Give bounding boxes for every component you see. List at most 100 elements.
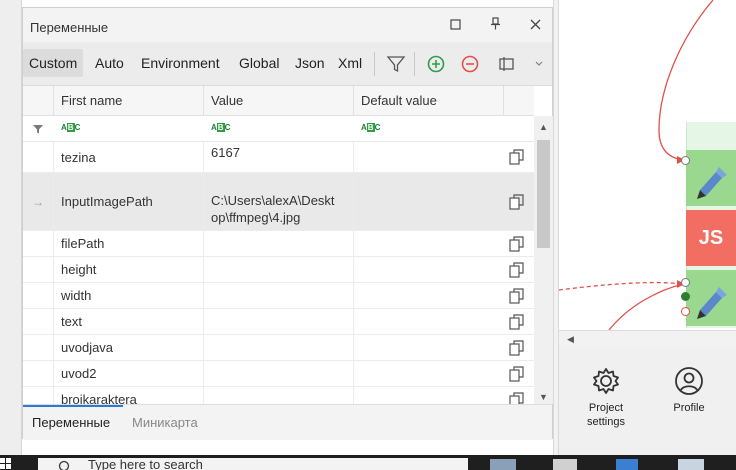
project-settings-label: settings bbox=[587, 416, 625, 428]
bottom-tab-variables[interactable]: Переменные bbox=[32, 415, 110, 430]
action-block[interactable] bbox=[686, 270, 736, 326]
copy-button[interactable] bbox=[508, 391, 528, 404]
filter-value[interactable]: ABC bbox=[211, 123, 230, 133]
vertical-scrollbar[interactable]: ▲ ▼ bbox=[534, 116, 553, 404]
bottom-tabs: Переменные Миникарта bbox=[23, 404, 552, 440]
taskbar-app-icon[interactable] bbox=[490, 459, 516, 470]
horizontal-scrollbar[interactable]: ◀ bbox=[559, 330, 736, 348]
scrollbar-thumb[interactable] bbox=[537, 140, 550, 248]
variables-panel: Переменные Custom Auto Environment Globa… bbox=[22, 7, 553, 440]
tab-environment[interactable]: Environment bbox=[141, 49, 220, 77]
column-header-first-name[interactable]: First name bbox=[53, 86, 203, 116]
copy-button[interactable] bbox=[508, 148, 528, 166]
table-row[interactable]: filePath bbox=[23, 231, 534, 257]
gear-icon bbox=[593, 368, 619, 394]
tab-custom[interactable]: Custom bbox=[23, 49, 84, 77]
table-row[interactable]: tezina 6167 bbox=[23, 142, 534, 173]
column-header-actions bbox=[503, 86, 534, 116]
table-row[interactable]: text bbox=[23, 309, 534, 335]
toolbar-separator bbox=[414, 52, 415, 76]
add-variable-button[interactable] bbox=[426, 54, 448, 76]
table-row[interactable]: → InputImagePath C:\Users\alexA\Deskt op… bbox=[23, 173, 534, 231]
remove-variable-button[interactable] bbox=[460, 54, 482, 76]
tab-xml[interactable]: Xml bbox=[338, 49, 362, 77]
taskbar-app-icon[interactable] bbox=[616, 459, 638, 470]
plus-circle-icon bbox=[427, 55, 445, 73]
filter-button[interactable] bbox=[386, 54, 408, 76]
copy-button[interactable] bbox=[508, 339, 528, 357]
cell-value bbox=[203, 257, 353, 282]
cell-value bbox=[203, 283, 353, 308]
copy-button[interactable] bbox=[508, 193, 528, 211]
success-port[interactable] bbox=[681, 292, 690, 301]
error-port[interactable] bbox=[681, 307, 690, 316]
tab-global[interactable]: Global bbox=[239, 49, 279, 77]
pin-button[interactable] bbox=[485, 16, 505, 36]
active-tab-indicator bbox=[23, 405, 123, 407]
toolbar-dropdown[interactable] bbox=[532, 56, 554, 78]
user-icon bbox=[675, 367, 703, 395]
copy-icon bbox=[509, 236, 524, 252]
taskbar-app-icon[interactable] bbox=[678, 459, 704, 470]
filter-first-name[interactable]: ABC bbox=[61, 123, 80, 133]
scroll-up-icon[interactable]: ▲ bbox=[534, 120, 553, 134]
cell-default-value bbox=[353, 309, 503, 334]
project-settings-button[interactable]: Project settings bbox=[582, 366, 630, 429]
copy-button[interactable] bbox=[508, 313, 528, 331]
variables-grid: First name Value Default value ABC ABC A… bbox=[23, 86, 534, 404]
column-header-default-value[interactable]: Default value bbox=[353, 86, 503, 116]
left-margin bbox=[0, 0, 22, 455]
pen-tool-icon bbox=[697, 167, 727, 199]
toolbar-separator bbox=[374, 52, 375, 76]
action-block[interactable] bbox=[686, 150, 736, 206]
cell-first-name: text bbox=[53, 309, 203, 334]
input-port[interactable] bbox=[681, 156, 690, 165]
maximize-button[interactable] bbox=[445, 16, 465, 36]
cell-value bbox=[203, 335, 353, 360]
cell-default-value bbox=[353, 335, 503, 360]
copy-button[interactable] bbox=[508, 365, 528, 383]
table-row[interactable]: brojkaraktera bbox=[23, 387, 534, 404]
clear-button[interactable] bbox=[496, 54, 518, 76]
cell-first-name: uvodjava bbox=[53, 335, 203, 360]
cell-default-value bbox=[353, 173, 503, 230]
copy-icon bbox=[509, 340, 524, 356]
close-icon bbox=[530, 19, 540, 30]
filter-row: ABC ABC ABC bbox=[23, 116, 534, 142]
taskbar-app-icon[interactable] bbox=[553, 459, 577, 470]
cell-first-name: InputImagePath bbox=[53, 173, 203, 230]
cell-default-value bbox=[353, 361, 503, 386]
windows-start-icon[interactable] bbox=[0, 458, 12, 470]
copy-button[interactable] bbox=[508, 287, 528, 305]
table-row[interactable]: height bbox=[23, 257, 534, 283]
profile-label: Profile bbox=[673, 402, 705, 414]
cell-first-name: brojkaraktera bbox=[53, 387, 203, 404]
panel-title: Переменные bbox=[30, 20, 109, 35]
cell-first-name: uvod2 bbox=[53, 361, 203, 386]
tab-json[interactable]: Json bbox=[295, 49, 325, 77]
profile-button[interactable]: Profile bbox=[666, 366, 712, 415]
table-row[interactable]: width bbox=[23, 283, 534, 309]
scroll-down-icon[interactable]: ▼ bbox=[534, 390, 553, 404]
js-block[interactable]: JS bbox=[686, 210, 736, 266]
tabs-row: Custom Auto Environment Global Json Xml bbox=[23, 42, 552, 86]
scroll-left-icon[interactable]: ◀ bbox=[567, 334, 574, 345]
panel-header: Переменные bbox=[23, 8, 552, 42]
copy-icon bbox=[509, 288, 524, 304]
project-settings-label: Project bbox=[588, 402, 624, 414]
cell-first-name: filePath bbox=[53, 231, 203, 256]
cell-value: 6167 bbox=[203, 142, 353, 172]
input-port[interactable] bbox=[681, 278, 690, 287]
copy-icon bbox=[509, 262, 524, 278]
table-row[interactable]: uvod2 bbox=[23, 361, 534, 387]
copy-button[interactable] bbox=[508, 261, 528, 279]
bottom-tab-minimap[interactable]: Миникарта bbox=[132, 415, 198, 430]
table-row[interactable]: uvodjava bbox=[23, 335, 534, 361]
close-button[interactable] bbox=[525, 16, 545, 36]
filter-default-value[interactable]: ABC bbox=[361, 123, 380, 133]
cell-value bbox=[203, 361, 353, 386]
column-header-value[interactable]: Value bbox=[203, 86, 353, 116]
tab-auto[interactable]: Auto bbox=[95, 49, 124, 77]
copy-button[interactable] bbox=[508, 235, 528, 253]
cell-value bbox=[203, 309, 353, 334]
